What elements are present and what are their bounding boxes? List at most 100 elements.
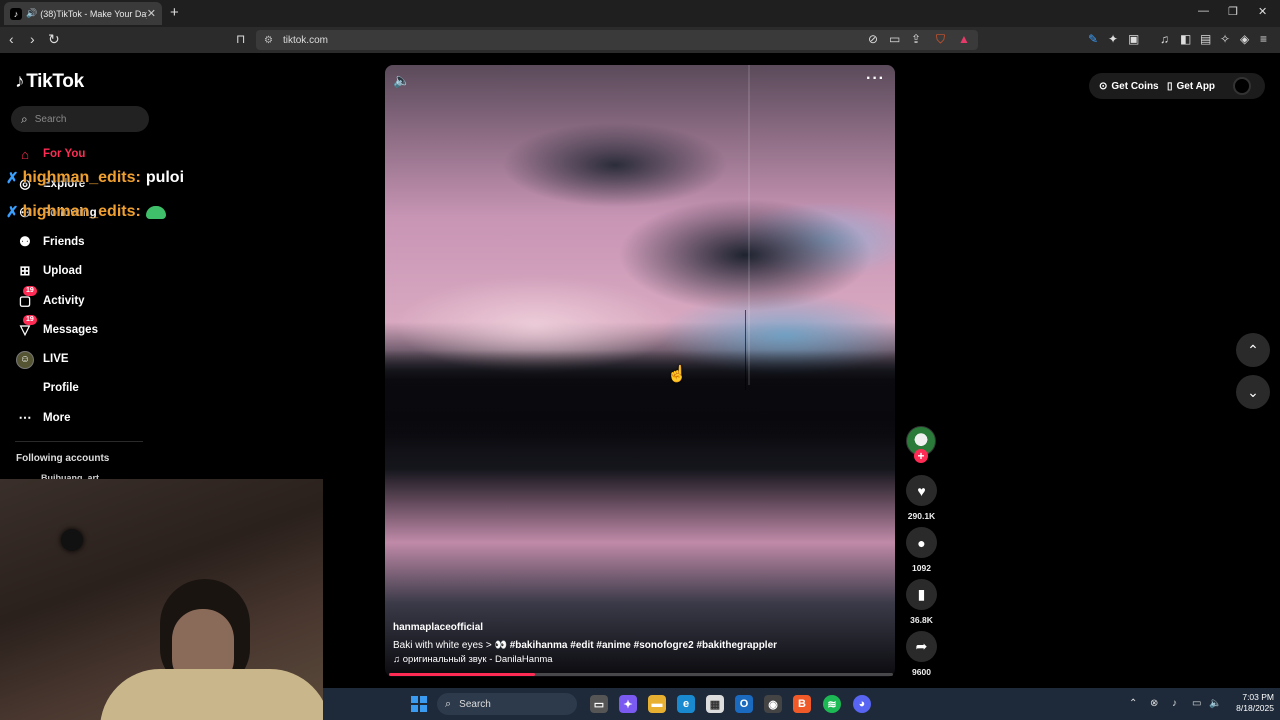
reload-icon[interactable]: ↻ — [48, 31, 60, 47]
vpn-icon[interactable]: ◈ — [1240, 32, 1249, 46]
lamp-image — [61, 529, 83, 551]
upload-icon: ⊞ — [19, 263, 31, 278]
discord-icon[interactable]: ◕ — [853, 695, 871, 713]
next-video-button[interactable]: ⌄ — [1236, 375, 1270, 409]
copilot-icon[interactable]: ✦ — [619, 695, 637, 713]
bookmark-button[interactable]: ▮ — [906, 579, 937, 610]
sidebar-item-activity[interactable]: ▢ 19 Activity — [15, 286, 155, 311]
chevron-down-icon: ⌄ — [1247, 383, 1259, 400]
hashtag-link[interactable]: #anime — [596, 640, 630, 651]
sidebar-item-friends[interactable]: ⚉ Friends — [15, 232, 155, 252]
sidebar-item-more[interactable]: ⋯ More — [15, 408, 155, 428]
tray-chevron-icon[interactable]: ⌃ — [1129, 698, 1137, 709]
person-body — [100, 669, 323, 720]
menu-icon[interactable]: ≡ — [1260, 32, 1267, 46]
hashtag-link[interactable]: #bakihanma — [510, 640, 568, 651]
url-text: tiktok.com — [282, 34, 328, 46]
store-icon[interactable]: ▦ — [706, 695, 724, 713]
wallet-icon[interactable]: ▤ — [1200, 32, 1211, 46]
webcam-overlay — [0, 479, 323, 720]
video-player[interactable] — [385, 65, 895, 677]
hashtag-link[interactable]: #edit — [570, 640, 593, 651]
edge-icon[interactable]: e — [677, 695, 695, 713]
activity-icon: ▢ 19 — [15, 286, 37, 309]
sidebar-item-profile[interactable]: Profile — [15, 378, 155, 398]
sidebar-item-for-you[interactable]: ⌂ For You — [15, 144, 155, 164]
screenshot-icon[interactable]: ▣ — [1128, 32, 1139, 46]
get-app-button[interactable]: ▯ Get App — [1163, 73, 1225, 99]
search-placeholder: Search — [34, 113, 67, 125]
follow-plus-icon[interactable]: + — [914, 449, 928, 463]
chat-message: ✗ highman_edits: — [6, 203, 166, 221]
share-button[interactable]: ➦ — [906, 631, 937, 662]
back-icon[interactable]: ‹ — [9, 31, 14, 47]
previous-video-button[interactable]: ⌃ — [1236, 333, 1270, 367]
video-dark-band — [385, 350, 895, 450]
outlook-icon[interactable]: O — [735, 695, 753, 713]
wrench-icon: ✗ — [6, 204, 19, 221]
brave-icon[interactable]: B — [793, 695, 811, 713]
volume-icon[interactable]: 🔈 — [1209, 698, 1221, 709]
like-button[interactable]: ♥ — [906, 475, 937, 506]
comment-icon: ● — [917, 534, 926, 551]
maximize-button[interactable]: ❐ — [1228, 5, 1238, 18]
profile-avatar-button[interactable] — [1225, 73, 1265, 99]
taskbar-search[interactable]: ⌕ Search — [437, 693, 577, 715]
new-tab-button[interactable]: + — [170, 5, 179, 20]
display-icon[interactable]: ▭ — [1192, 698, 1201, 709]
site-info-icon[interactable]: ⚙ — [264, 35, 273, 46]
puzzle-icon[interactable]: ✦ — [1108, 32, 1118, 46]
more-options-icon[interactable]: ··· — [866, 70, 885, 88]
cast-icon[interactable]: ▭ — [889, 32, 900, 46]
leo-ai-icon[interactable]: ✧ — [1220, 32, 1230, 46]
coin-icon: ⊙ — [1099, 80, 1108, 92]
tiktok-logo[interactable]: ♪ TikTok — [15, 71, 84, 93]
search-icon: ⌕ — [21, 111, 28, 126]
share-icon[interactable]: ⇪ — [911, 32, 921, 46]
browser-tab[interactable]: ♪ 🔊 (38)TikTok - Make Your Day ✕ — [4, 2, 162, 25]
volume-icon[interactable]: 🔈 — [393, 72, 410, 89]
chat-text: puloi — [145, 169, 185, 186]
hashtag-link[interactable]: #bakithegrappler — [696, 640, 777, 651]
close-tab-icon[interactable]: ✕ — [147, 7, 156, 20]
close-window-button[interactable]: ✕ — [1258, 5, 1267, 18]
phone-icon: ▯ — [1167, 80, 1173, 92]
bookmark-icon: ▮ — [917, 586, 926, 602]
media-icon[interactable]: ♫ — [1160, 32, 1169, 46]
search-input[interactable]: ⌕ Search — [11, 106, 149, 132]
minimize-button[interactable]: — — [1198, 5, 1209, 17]
like-count: 290.1K — [907, 511, 936, 521]
speaker-icon[interactable]: 🔊 — [26, 8, 37, 19]
task-view-icon[interactable]: ▭ — [590, 695, 608, 713]
following-accounts-heading: Following accounts — [16, 453, 110, 464]
sidebar-icon[interactable]: ◧ — [1180, 32, 1191, 46]
rewards-icon[interactable]: ▲ — [958, 32, 970, 46]
chevron-up-icon: ⌃ — [1247, 341, 1259, 358]
microphone-icon[interactable]: ♪ — [1172, 698, 1177, 709]
video-author[interactable]: hanmaplaceofficial — [393, 622, 483, 633]
comment-count: 1092 — [912, 563, 931, 573]
bookmark-icon[interactable]: ⊓ — [236, 31, 245, 47]
sidebar-item-upload[interactable]: ⊞ Upload — [15, 261, 155, 281]
sidebar-item-messages[interactable]: ▽ 19 Messages — [15, 315, 155, 340]
hashtag-link[interactable]: #sonofogre2 — [634, 640, 694, 651]
file-explorer-icon[interactable]: ▬ — [648, 695, 666, 713]
home-icon: ⌂ — [21, 146, 29, 162]
comment-button[interactable]: ● — [906, 527, 937, 558]
video-progress-fill — [389, 673, 536, 676]
bookmark-count: 36.8K — [910, 615, 933, 625]
spotify-icon[interactable]: ≋ — [823, 695, 841, 713]
chat-username: highman_edits: — [22, 203, 141, 220]
taskbar-clock[interactable]: 7:03 PM 8/18/2025 — [1226, 692, 1274, 714]
get-coins-button[interactable]: ⊙ Get Coins — [1089, 73, 1163, 99]
obs-icon[interactable]: ◉ — [764, 695, 782, 713]
forward-icon[interactable]: › — [30, 31, 35, 47]
translate-icon[interactable]: ⊘ — [868, 32, 878, 46]
windows-start-icon[interactable] — [411, 696, 427, 712]
brave-shield-icon[interactable]: ⛉ — [936, 32, 945, 47]
frog-emote-icon — [145, 205, 166, 219]
extension-icon[interactable]: ✎ — [1088, 32, 1098, 46]
tray-app-icon[interactable]: ⊗ — [1150, 698, 1158, 709]
video-sound[interactable]: ♫ оригинальный звук - DanilaHanma — [393, 654, 553, 665]
sidebar-item-live[interactable]: ☺ LIVE — [15, 349, 155, 369]
